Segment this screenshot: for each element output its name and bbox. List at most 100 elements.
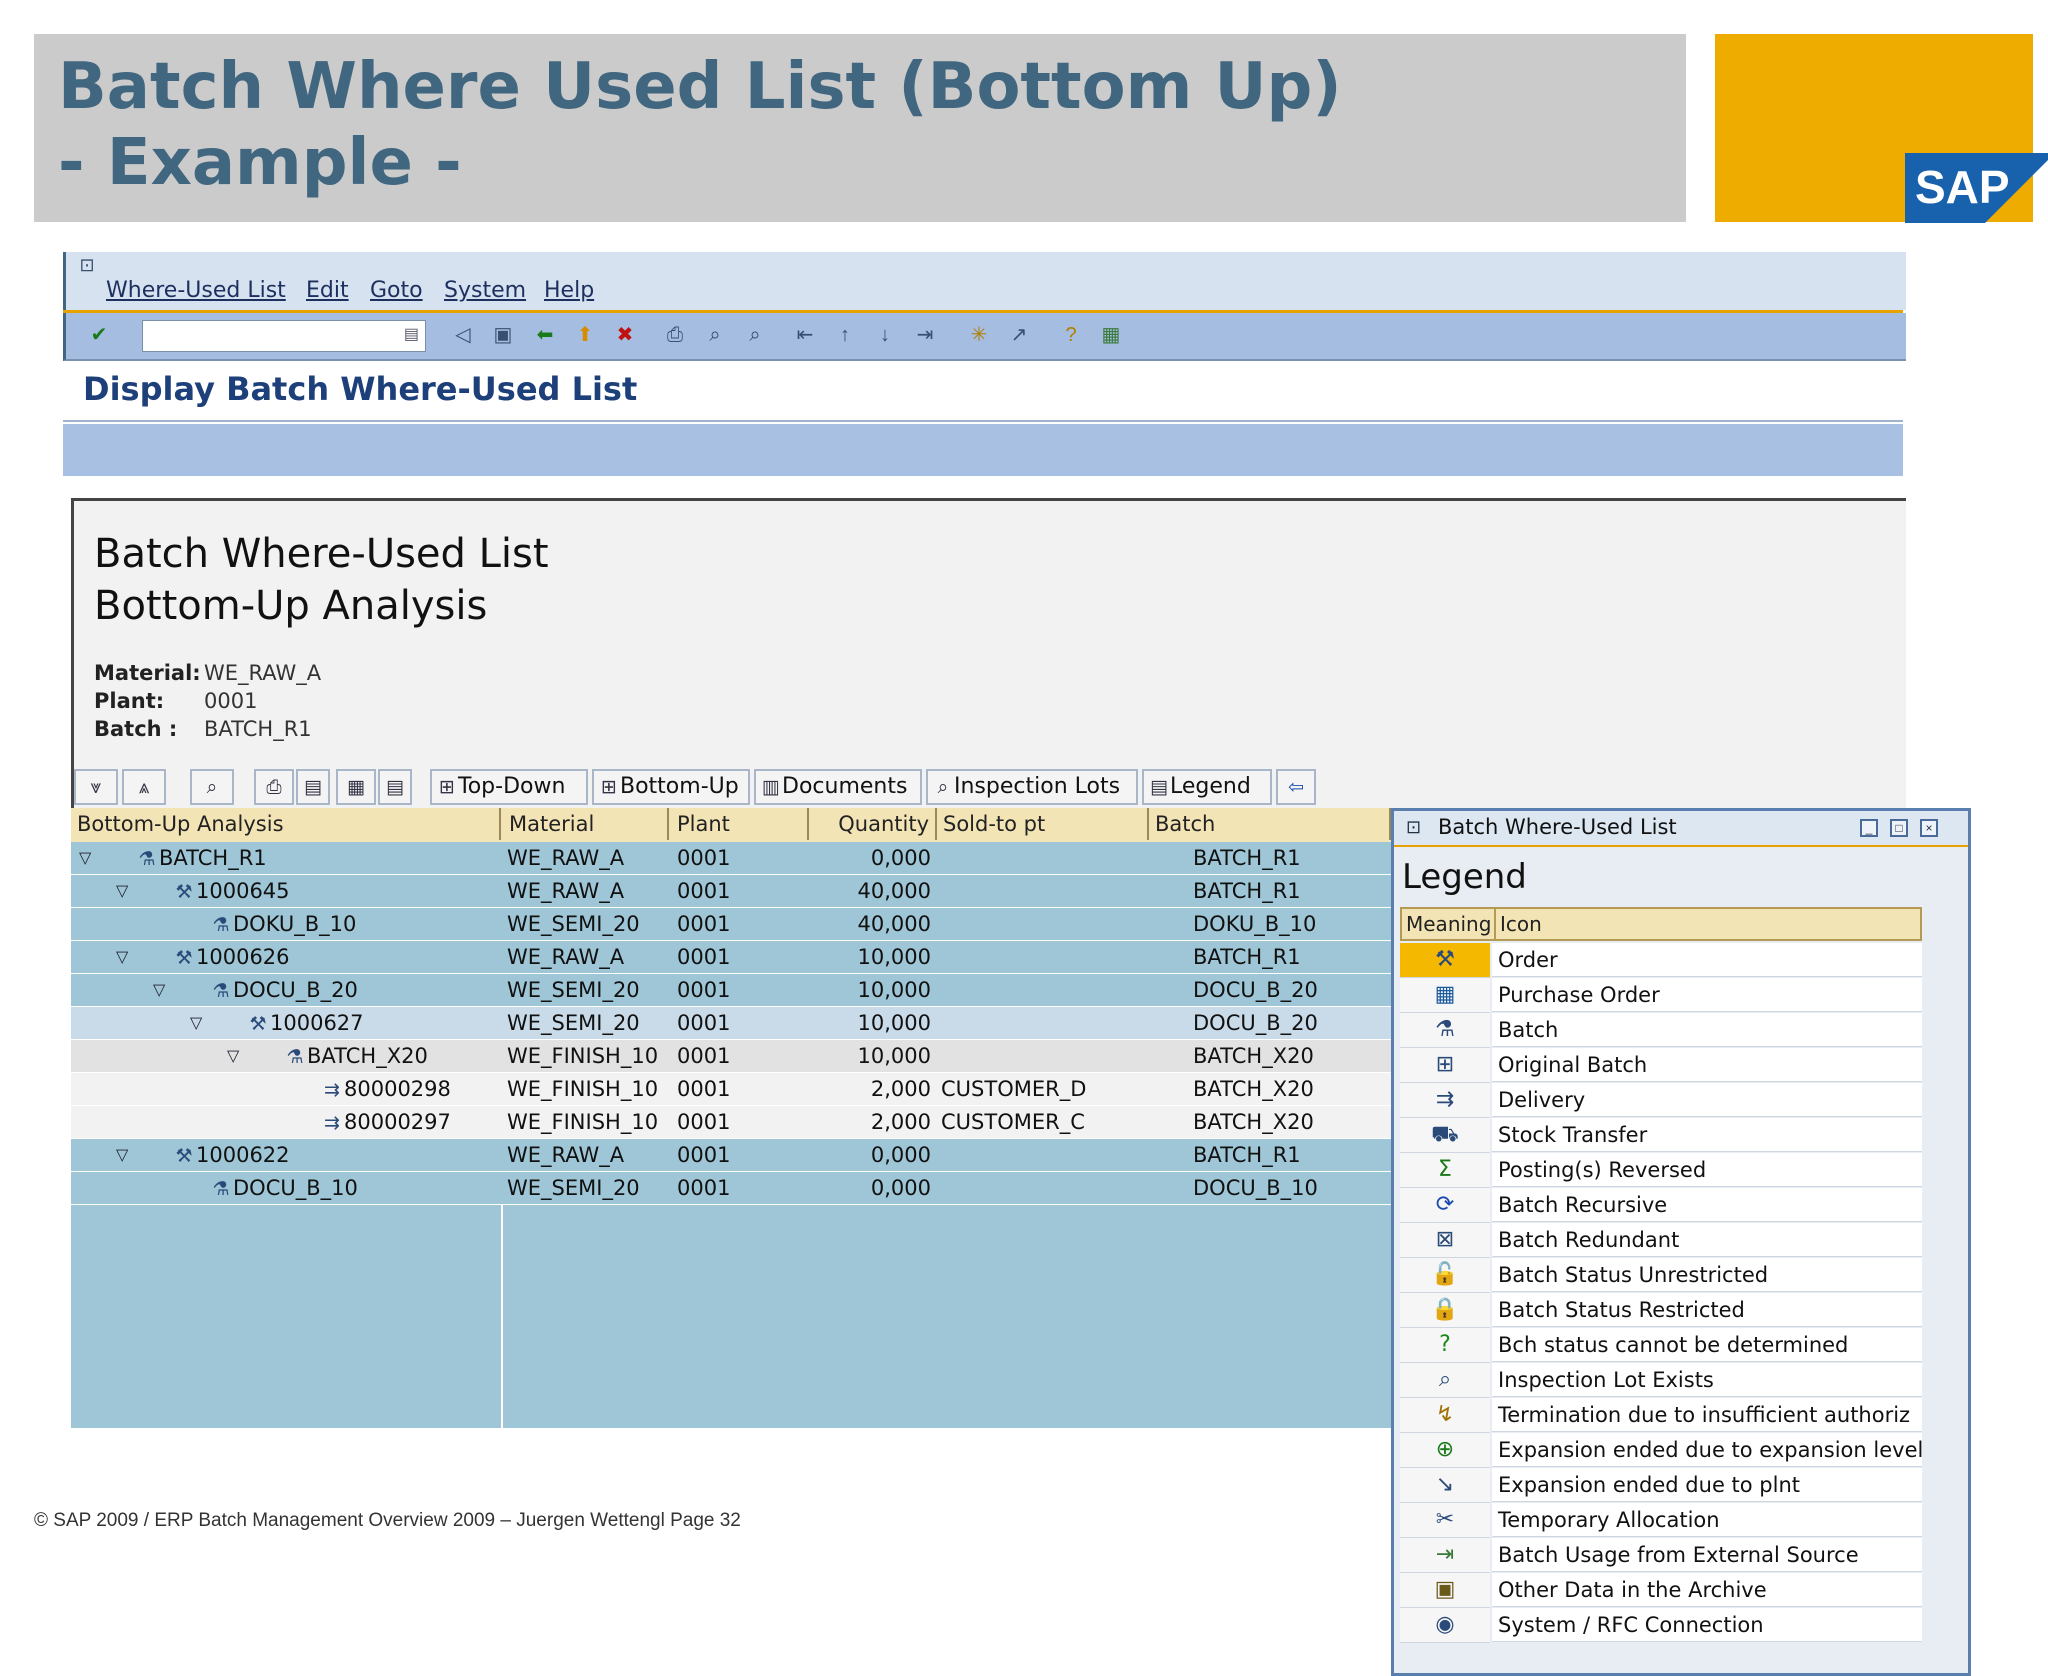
expand-toggle-icon[interactable]: ▽	[116, 875, 128, 907]
last-page-icon[interactable]: ⇥	[912, 322, 938, 348]
print-button[interactable]: ⎙	[254, 769, 294, 805]
col-header-bottom-up-analysis[interactable]: Bottom-Up Analysis	[71, 808, 501, 840]
print-icon[interactable]: ⎙	[662, 322, 688, 348]
table-row[interactable]: ⚗ DOCU_B_10 WE_SEMI_20 0001 0,000 DOCU_B_10	[71, 1172, 1391, 1205]
exit-icon[interactable]: ⬆	[572, 322, 598, 348]
legend-row: ⇉ Delivery	[1400, 1083, 1922, 1118]
table-row[interactable]: ⚗ DOKU_B_10 WE_SEMI_20 0001 40,000 DOKU_B_10	[71, 908, 1391, 941]
inspection-lots-button[interactable]: ⌕ Inspection Lots	[926, 769, 1138, 805]
scroll-left-button[interactable]: ⇦	[1276, 769, 1316, 805]
material-cell: WE_RAW_A	[507, 1143, 625, 1167]
col-header-plant[interactable]: Plant	[671, 808, 809, 840]
collapse-all-button[interactable]: ⩓	[122, 769, 166, 805]
tree-node[interactable]: ⚗ DOKU_B_10	[209, 908, 356, 940]
menu-system[interactable]: System	[444, 278, 526, 303]
menu-edit[interactable]: Edit	[306, 278, 349, 303]
order-icon: ⚒	[175, 881, 193, 903]
command-field[interactable]: ▤	[142, 320, 426, 352]
tree-node[interactable]: ⚗ DOCU_B_10	[209, 1172, 357, 1204]
expand-all-button[interactable]: ⩔	[74, 769, 118, 805]
expand-toggle-icon[interactable]: ▽	[116, 941, 128, 973]
close-icon[interactable]: ×	[1920, 819, 1938, 837]
sap-gui-window: ⊡ Where-Used List Edit Goto System Help …	[63, 252, 1971, 1676]
tree-node[interactable]: ⚗ BATCH_R1	[135, 842, 266, 874]
minimize-icon[interactable]: _	[1860, 819, 1878, 837]
batch-cell: BATCH_X20	[1193, 1110, 1314, 1134]
legend-table-header: Meaning Icon	[1400, 907, 1922, 941]
enter-icon[interactable]: ✔	[86, 322, 112, 348]
batch-icon: ⚗	[138, 848, 156, 870]
layout-icon[interactable]: ▦	[1098, 322, 1124, 348]
tree-node[interactable]: ⚒ 1000645	[172, 875, 289, 907]
save-icon[interactable]: ▣	[490, 322, 516, 348]
maximize-icon[interactable]: □	[1890, 819, 1908, 837]
menu-help[interactable]: Help	[544, 278, 594, 303]
binoculars-icon: ⌕	[206, 776, 218, 798]
help-icon[interactable]: ?	[1058, 322, 1084, 348]
table-row[interactable]: ▽ ⚗ BATCH_R1 WE_RAW_A 0001 0,000 BATCH_R1	[71, 842, 1391, 875]
next-page-icon[interactable]: ↓	[872, 322, 898, 348]
legend-row: ⊠ Batch Redundant	[1400, 1223, 1922, 1258]
tree-node[interactable]: ⚗ DOCU_B_20	[209, 974, 357, 1006]
cancel-icon[interactable]: ✖	[612, 322, 638, 348]
table-row[interactable]: ▽ ⚒ 1000622 WE_RAW_A 0001 0,000 BATCH_R1	[71, 1139, 1391, 1172]
back-icon[interactable]: ⬅	[532, 322, 558, 348]
legend-col-meaning[interactable]: Meaning	[1406, 909, 1491, 939]
bottom-up-button[interactable]: ⊞ Bottom-Up	[592, 769, 750, 805]
expand-toggle-icon[interactable]: ▽	[190, 1007, 202, 1039]
sold-to-cell: CUSTOMER_C	[941, 1110, 1085, 1134]
material-label: Material:	[94, 661, 201, 685]
top-down-button[interactable]: ⊞ Top-Down	[430, 769, 588, 805]
archive-icon: ▣	[1400, 1573, 1490, 1608]
node-label: BATCH_X20	[307, 1044, 428, 1068]
first-page-icon[interactable]: ⇤	[792, 322, 818, 348]
command-history-icon[interactable]: ▤	[404, 324, 419, 344]
quantity-cell: 10,000	[857, 978, 931, 1002]
table-row[interactable]: ▽ ⚗ DOCU_B_20 WE_SEMI_20 0001 10,000 DOCU_B_20	[71, 974, 1391, 1007]
expand-toggle-icon[interactable]: ▽	[227, 1040, 239, 1072]
tree-node[interactable]: ⇉ 80000297	[320, 1106, 451, 1138]
legend-button[interactable]: ▤Legend	[1142, 769, 1272, 805]
table-row[interactable]: ▽ ⚒ 1000626 WE_RAW_A 0001 10,000 BATCH_R1	[71, 941, 1391, 974]
layout-button[interactable]: ▦	[336, 769, 376, 805]
menu-where-used-list[interactable]: Where-Used List	[106, 278, 286, 303]
new-session-icon[interactable]: ✳	[966, 322, 992, 348]
col-header-material[interactable]: Material	[503, 808, 669, 840]
back-arrow-icon[interactable]: ◁	[450, 322, 476, 348]
previous-page-icon[interactable]: ↑	[832, 322, 858, 348]
col-header-batch[interactable]: Batch	[1149, 808, 1391, 840]
material-cell: WE_SEMI_20	[507, 912, 640, 936]
find-next-icon[interactable]: ⌕	[742, 322, 768, 348]
legend-meaning: Batch Recursive	[1492, 1188, 1922, 1222]
purchase-order-icon: ▦	[1400, 978, 1490, 1013]
tree-node[interactable]: ⚗ BATCH_X20	[283, 1040, 428, 1072]
table-row[interactable]: ▽ ⚗ BATCH_X20 WE_FINISH_10 0001 10,000 BATCH_X…	[71, 1040, 1391, 1073]
legend-meaning: Purchase Order	[1492, 978, 1922, 1012]
expand-toggle-icon[interactable]: ▽	[79, 842, 91, 874]
legend-meaning: Temporary Allocation	[1492, 1503, 1922, 1537]
documents-button[interactable]: ▥Documents	[754, 769, 922, 805]
tree-node[interactable]: ⚒ 1000622	[172, 1139, 289, 1171]
col-header-quantity[interactable]: Quantity	[811, 808, 937, 840]
tree-node[interactable]: ⚒ 1000626	[172, 941, 289, 973]
find-icon[interactable]: ⌕	[702, 322, 728, 348]
table-row[interactable]: ▽ ⚒ 1000627 WE_SEMI_20 0001 10,000 DOCU_B_20	[71, 1007, 1391, 1040]
table-row[interactable]: ▽ ⚒ 1000645 WE_RAW_A 0001 40,000 BATCH_R1	[71, 875, 1391, 908]
legend-col-icon[interactable]: Icon	[1494, 909, 1542, 939]
tree-node[interactable]: ⚒ 1000627	[246, 1007, 363, 1039]
expand-toggle-icon[interactable]: ▽	[116, 1139, 128, 1171]
batch-redundant-icon: ⊠	[1400, 1223, 1490, 1258]
expand-toggle-icon[interactable]: ▽	[153, 974, 165, 1006]
find-button[interactable]: ⌕	[190, 769, 234, 805]
order-icon: ⚒	[249, 1013, 267, 1035]
table-row[interactable]: ⇉ 80000298 WE_FINISH_10 0001 2,000 CUSTOMER_D…	[71, 1073, 1391, 1106]
batch-recursive-icon: ⟳	[1400, 1188, 1490, 1223]
tree-node[interactable]: ⇉ 80000298	[320, 1073, 451, 1105]
shortcut-icon[interactable]: ↗	[1006, 322, 1032, 348]
col-header-sold-to[interactable]: Sold-to pt	[937, 808, 1149, 840]
menu-goto[interactable]: Goto	[370, 278, 423, 303]
print-menu-button[interactable]: ▤	[296, 769, 330, 805]
layout-menu-button[interactable]: ▤	[378, 769, 412, 805]
window-menu-icon[interactable]: ⊡	[74, 252, 100, 278]
table-row[interactable]: ⇉ 80000297 WE_FINISH_10 0001 2,000 CUSTOMER_C…	[71, 1106, 1391, 1139]
